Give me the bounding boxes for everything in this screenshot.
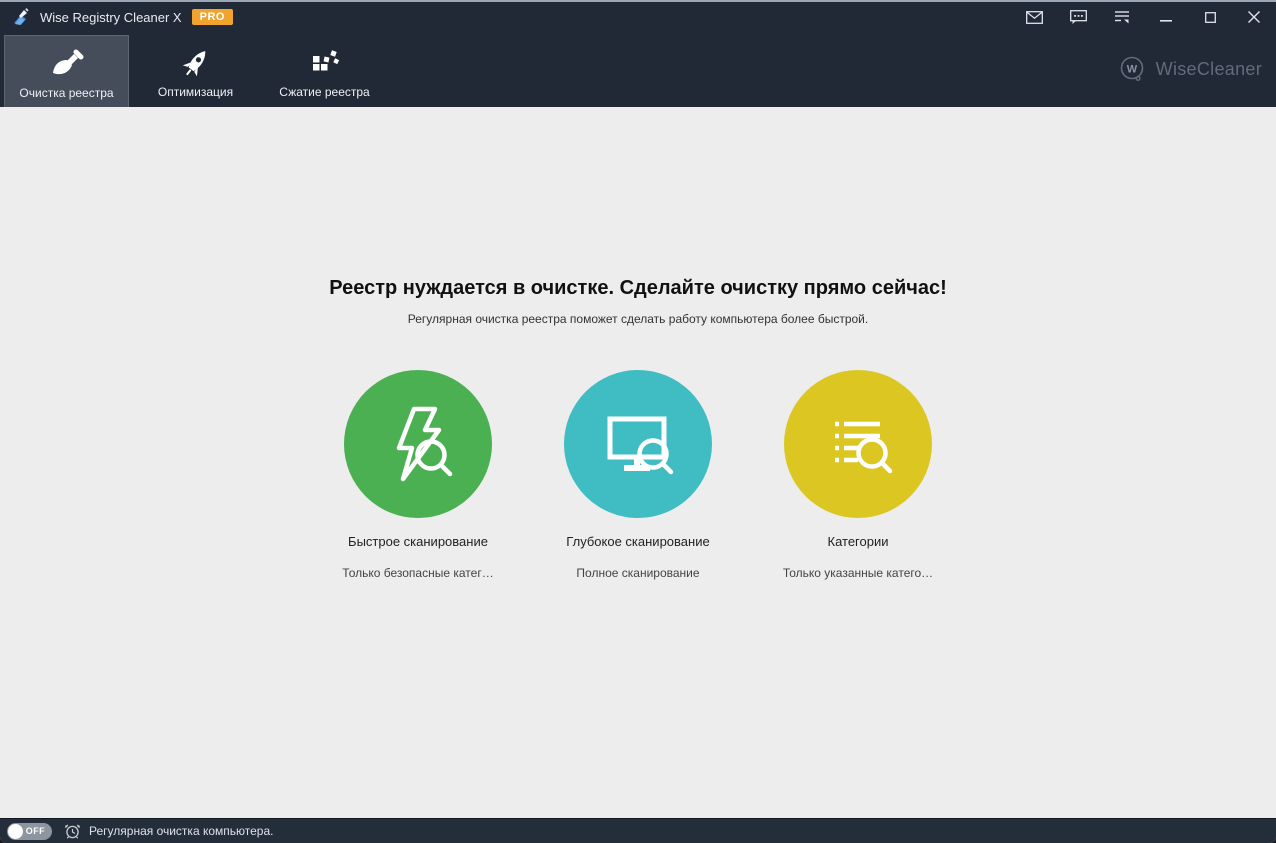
maximize-icon[interactable] bbox=[1188, 2, 1232, 32]
deep-scan-button[interactable]: Глубокое сканирование Полное сканировани… bbox=[528, 370, 748, 580]
quick-scan-button[interactable]: Быстрое сканирование Только безопасные к… bbox=[308, 370, 528, 580]
minimize-icon[interactable] bbox=[1144, 2, 1188, 32]
monitor-search-icon[interactable] bbox=[564, 370, 712, 518]
option-description: Полное сканирование bbox=[576, 566, 700, 580]
app-window: Wise Registry Cleaner X PRO Очистка реес… bbox=[0, 0, 1276, 843]
page-subtitle: Регулярная очистка реестра поможет сдела… bbox=[407, 312, 869, 326]
tab-label: Оптимизация bbox=[157, 85, 234, 99]
tab-label: Очистка реестра bbox=[19, 85, 114, 100]
menu-icon[interactable] bbox=[1100, 2, 1144, 32]
alarm-clock-icon bbox=[64, 823, 81, 840]
wisecleaner-logo-icon: W bbox=[1120, 56, 1143, 81]
option-description: Только безопасные катег… bbox=[342, 566, 494, 580]
brush-icon bbox=[48, 44, 86, 84]
list-search-icon[interactable] bbox=[784, 370, 932, 518]
option-label: Категории bbox=[827, 534, 889, 549]
toggle-state-label: OFF bbox=[25, 826, 45, 836]
status-bar: OFF Регулярная очистка компьютера. bbox=[0, 818, 1276, 843]
pro-badge: PRO bbox=[191, 9, 233, 25]
tab-registry-defrag[interactable]: Сжатие реестра bbox=[262, 35, 387, 107]
app-logo-icon bbox=[10, 6, 32, 28]
tab-label: Сжатие реестра bbox=[279, 85, 370, 99]
brand-logo: W WiseCleaner bbox=[1118, 32, 1262, 107]
feedback-chat-icon[interactable] bbox=[1056, 2, 1100, 32]
rocket-icon bbox=[177, 43, 215, 83]
categories-button[interactable]: Категории Только указанные катего… bbox=[748, 370, 968, 580]
option-description: Только указанные катего… bbox=[782, 566, 934, 580]
scan-options: Быстрое сканирование Только безопасные к… bbox=[0, 370, 1276, 580]
svg-text:W: W bbox=[1126, 63, 1137, 75]
title-bar: Wise Registry Cleaner X PRO bbox=[0, 0, 1276, 32]
brand-name: WiseCleaner bbox=[1155, 59, 1262, 79]
toggle-knob bbox=[8, 823, 23, 839]
tab-registry-cleaner[interactable]: Очистка реестра bbox=[4, 35, 129, 107]
main-nav: Очистка реестра Оптимизация Сжатие реест… bbox=[0, 32, 1276, 107]
status-message: Регулярная очистка компьютера. bbox=[89, 824, 274, 838]
window-title: Wise Registry Cleaner X bbox=[40, 9, 182, 25]
tab-optimization[interactable]: Оптимизация bbox=[133, 35, 258, 107]
close-icon[interactable] bbox=[1232, 2, 1276, 32]
option-label: Быстрое сканирование bbox=[348, 534, 488, 549]
mail-icon[interactable] bbox=[1012, 2, 1056, 32]
defrag-blocks-icon bbox=[306, 43, 344, 83]
main-content: Реестр нуждается в очистке. Сделайте очи… bbox=[0, 107, 1276, 818]
lightning-search-icon[interactable] bbox=[344, 370, 492, 518]
option-label: Глубокое сканирование bbox=[566, 534, 710, 549]
schedule-toggle[interactable]: OFF bbox=[7, 822, 52, 840]
page-title: Реестр нуждается в очистке. Сделайте очи… bbox=[329, 277, 947, 299]
